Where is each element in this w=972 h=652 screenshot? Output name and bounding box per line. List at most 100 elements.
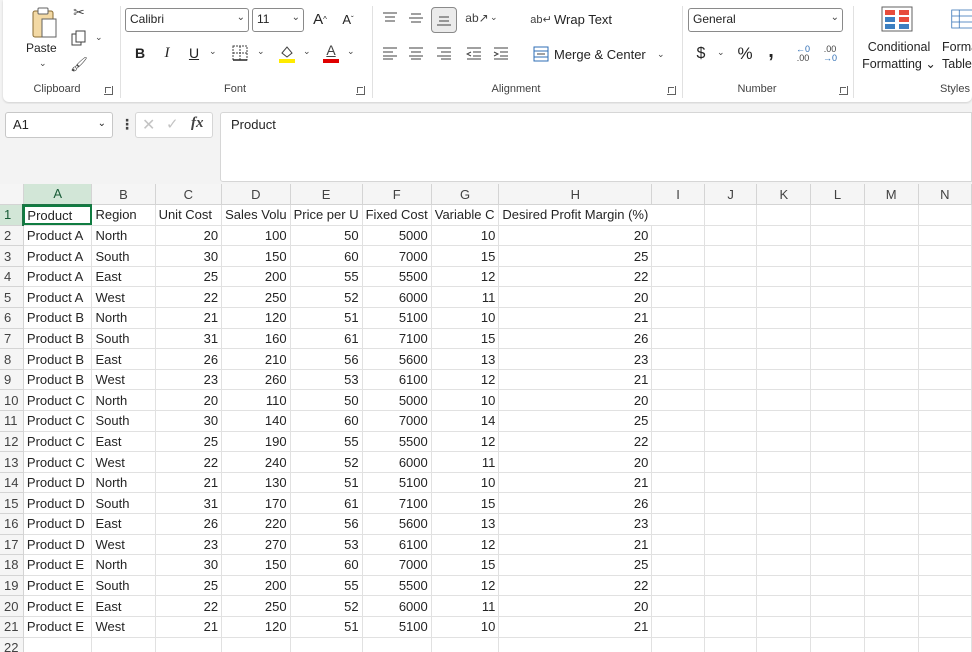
cell[interactable]: North [91,472,156,494]
cell[interactable]: East [91,266,156,288]
cell[interactable] [864,637,919,652]
cell[interactable] [704,575,758,597]
cell[interactable]: Product D [23,472,93,494]
font-color-dropdown-icon[interactable]: ⌄ [347,46,355,57]
cell[interactable]: Product E [23,554,93,576]
cell[interactable]: 20 [498,286,653,309]
cell[interactable]: 12 [431,534,500,556]
cell[interactable] [918,492,972,514]
cell[interactable] [651,225,705,247]
cell[interactable]: 21 [155,616,223,638]
cell[interactable] [810,389,865,412]
cell[interactable]: 7000 [362,554,432,576]
conditional-formatting-button[interactable]: Conditional Formatting ⌄ [859,39,939,73]
cell[interactable] [864,266,919,288]
cell[interactable]: 150 [221,554,291,576]
cell[interactable]: 7000 [362,245,432,267]
cell[interactable] [651,616,705,638]
cell[interactable]: 110 [221,389,291,412]
cell[interactable] [704,513,758,535]
cell[interactable] [810,266,865,288]
cell[interactable] [918,431,972,453]
merge-center-icon[interactable] [532,45,550,63]
cell[interactable] [651,575,705,597]
align-bottom-icon[interactable] [431,7,457,33]
cell[interactable] [651,328,705,350]
cell[interactable]: 50 [290,225,363,247]
cell[interactable]: 51 [290,307,363,329]
row-header[interactable]: 2 [0,225,24,247]
cell[interactable] [918,286,972,309]
cell[interactable]: 26 [155,348,223,370]
cell[interactable] [918,307,972,329]
cell[interactable]: 25 [155,431,223,453]
cell[interactable] [704,389,758,412]
cell[interactable] [756,369,812,391]
cell[interactable] [704,431,758,453]
align-middle-icon[interactable] [406,8,426,28]
formula-input[interactable]: Product [220,112,972,182]
cell[interactable]: 270 [221,534,291,556]
cell[interactable]: 25 [498,245,653,267]
row-header[interactable]: 18 [0,554,24,576]
cell[interactable] [918,616,972,638]
increase-indent-icon[interactable] [491,43,511,63]
cell[interactable]: 200 [221,575,291,597]
align-top-icon[interactable] [380,8,400,28]
conditional-formatting-icon[interactable] [880,5,914,33]
cell[interactable] [918,534,972,556]
cell[interactable]: 55 [290,575,363,597]
merge-center-button[interactable]: Merge & Center [554,47,646,62]
decrease-indent-icon[interactable] [464,43,484,63]
paste-button[interactable]: Paste [26,41,57,55]
column-header-i[interactable]: I [651,184,705,206]
cell[interactable] [810,616,865,638]
cell[interactable]: 5600 [362,348,432,370]
cell[interactable] [918,328,972,350]
insert-function-icon[interactable]: fx [191,115,204,132]
cell[interactable] [918,472,972,494]
cell[interactable] [756,554,812,576]
cell[interactable]: 7100 [362,328,432,350]
number-launcher-icon[interactable] [839,86,848,95]
cell[interactable] [810,472,865,494]
cell[interactable] [704,348,758,370]
row-header[interactable]: 22 [0,637,24,652]
cell[interactable]: 5100 [362,616,432,638]
bold-button[interactable]: B [131,42,149,64]
cell[interactable]: 5000 [362,389,432,412]
cell[interactable]: 21 [498,616,653,638]
cell[interactable]: Fixed Cost [362,204,432,226]
cell[interactable]: 22 [155,286,223,309]
clipboard-launcher-icon[interactable] [104,86,113,95]
cell[interactable]: Unit Cost [155,204,223,226]
underline-button[interactable]: U [185,42,203,64]
cell[interactable]: Product C [23,410,93,432]
cell[interactable] [756,595,812,617]
cell[interactable] [810,410,865,432]
cell[interactable] [810,637,865,652]
cell[interactable]: Product A [23,245,93,267]
cell[interactable]: 100 [221,225,291,247]
cell[interactable]: 21 [155,307,223,329]
column-header-e[interactable]: E [290,184,363,206]
cell[interactable]: West [91,369,156,391]
cell[interactable] [651,369,705,391]
cell[interactable]: 60 [290,245,363,267]
cell[interactable] [810,492,865,514]
cell[interactable] [704,451,758,473]
select-all-corner[interactable] [0,184,24,206]
cell[interactable] [756,328,812,350]
cell[interactable] [756,637,812,652]
cell[interactable]: 52 [290,286,363,309]
cell[interactable]: Product C [23,451,93,473]
cell[interactable]: West [91,616,156,638]
row-header[interactable]: 5 [0,286,24,309]
cell[interactable]: East [91,513,156,535]
increase-decimal-icon[interactable]: ←0.00 [791,43,815,65]
cell[interactable] [23,637,93,652]
row-header[interactable]: 6 [0,307,24,329]
cell[interactable]: 240 [221,451,291,473]
cell[interactable]: 21 [498,307,653,329]
cell[interactable] [155,637,223,652]
